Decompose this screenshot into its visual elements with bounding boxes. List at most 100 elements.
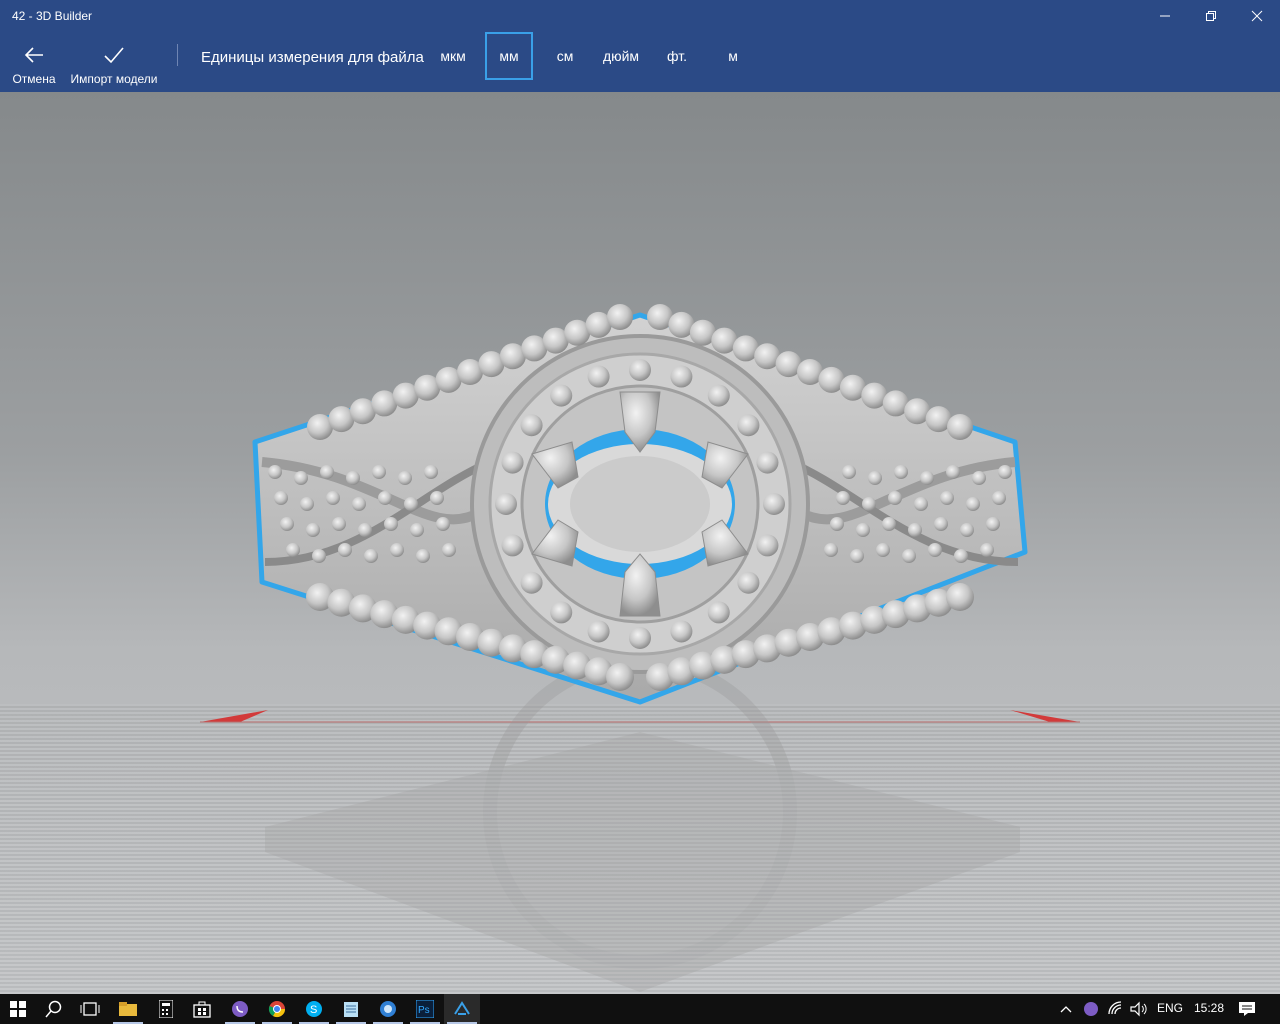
ring-bead bbox=[966, 497, 980, 511]
start-button[interactable] bbox=[0, 994, 36, 1024]
show-hidden-icons-button[interactable] bbox=[1055, 994, 1077, 1024]
ring-bead bbox=[364, 549, 378, 563]
ring-bead bbox=[940, 491, 954, 505]
wifi-icon bbox=[1108, 1001, 1122, 1015]
unit-inch-button[interactable]: дюйм bbox=[595, 32, 647, 80]
calculator-icon bbox=[159, 1000, 173, 1018]
unit-mkm-button[interactable]: мкм bbox=[431, 32, 475, 80]
ring-bead bbox=[972, 471, 986, 485]
input-language[interactable]: ENG bbox=[1157, 1001, 1183, 1015]
taskbar: S Ps ENG 15:28 bbox=[0, 994, 1280, 1024]
ring-reflection bbox=[265, 655, 1020, 992]
ring-model-scene bbox=[200, 304, 1080, 992]
taskbar-browser[interactable] bbox=[370, 994, 406, 1024]
unit-cm-button[interactable]: см bbox=[545, 32, 585, 80]
ring-bead bbox=[346, 471, 360, 485]
ring-bead bbox=[756, 534, 779, 557]
ring-bead bbox=[946, 583, 974, 611]
ring-bead bbox=[946, 465, 960, 479]
close-icon bbox=[1251, 10, 1263, 22]
photoshop-icon: Ps bbox=[416, 1000, 434, 1018]
ring-bead bbox=[280, 517, 294, 531]
ring-bead bbox=[914, 497, 928, 511]
taskbar-skype[interactable]: S bbox=[296, 994, 332, 1024]
command-bar: Отмена Импорт модели Единицы измерения д… bbox=[0, 32, 1280, 92]
close-button[interactable] bbox=[1234, 0, 1280, 32]
ring-bead bbox=[707, 601, 730, 624]
units-label: Единицы измерения для файла bbox=[201, 49, 424, 66]
import-model-button[interactable]: Импорт модели bbox=[66, 32, 162, 92]
ring-bead bbox=[424, 465, 438, 479]
ring-bead bbox=[882, 517, 896, 531]
ring-model[interactable] bbox=[252, 304, 1028, 705]
ring-bead bbox=[824, 543, 838, 557]
ring-bead bbox=[430, 491, 444, 505]
chevron-up-icon bbox=[1060, 1006, 1072, 1013]
minimize-button[interactable] bbox=[1142, 0, 1188, 32]
3d-builder-icon bbox=[454, 1001, 470, 1015]
ring-bead bbox=[300, 497, 314, 511]
cancel-button[interactable]: Отмена bbox=[6, 32, 62, 92]
ring-bead bbox=[501, 534, 524, 557]
store-icon bbox=[193, 1001, 211, 1018]
checkmark-icon bbox=[104, 47, 124, 64]
taskbar-viber[interactable] bbox=[222, 994, 258, 1024]
ring-bead bbox=[378, 491, 392, 505]
search-icon bbox=[45, 1000, 62, 1018]
unit-mm-button[interactable]: мм bbox=[485, 32, 533, 80]
ring-bead bbox=[947, 414, 973, 440]
3d-viewport[interactable] bbox=[0, 92, 1280, 994]
ring-bead bbox=[954, 549, 968, 563]
tray-viber[interactable] bbox=[1080, 994, 1102, 1024]
ring-bead bbox=[358, 523, 372, 537]
unit-m-button[interactable]: м bbox=[715, 32, 751, 80]
ring-bead bbox=[763, 493, 785, 515]
ring-bead bbox=[312, 549, 326, 563]
title-bar: 42 - 3D Builder bbox=[0, 0, 1280, 32]
ring-bead bbox=[607, 304, 633, 330]
taskbar-file-explorer[interactable] bbox=[110, 994, 146, 1024]
ring-bead bbox=[501, 451, 524, 474]
action-center-button[interactable] bbox=[1232, 994, 1262, 1024]
ring-bead bbox=[894, 465, 908, 479]
ring-bead bbox=[274, 491, 288, 505]
skype-icon: S bbox=[306, 1001, 322, 1017]
ring-bead bbox=[992, 491, 1006, 505]
ring-bead bbox=[902, 549, 916, 563]
restore-button[interactable] bbox=[1188, 0, 1234, 32]
ring-bead bbox=[332, 517, 346, 531]
volume-button[interactable] bbox=[1128, 994, 1150, 1024]
back-arrow-icon bbox=[24, 47, 43, 63]
ring-bead bbox=[268, 465, 282, 479]
ring-bead bbox=[670, 620, 693, 643]
ring-bead bbox=[756, 451, 779, 474]
taskbar-calculator[interactable] bbox=[148, 994, 184, 1024]
speaker-icon bbox=[1130, 1001, 1147, 1017]
ring-bead bbox=[416, 549, 430, 563]
file-explorer-icon bbox=[119, 1002, 137, 1016]
svg-text:S: S bbox=[310, 1004, 317, 1016]
ring-bead bbox=[338, 543, 352, 557]
ring-bead bbox=[404, 497, 418, 511]
search-button[interactable] bbox=[36, 994, 72, 1024]
task-view-button[interactable] bbox=[72, 994, 108, 1024]
taskbar-3d-builder[interactable] bbox=[444, 994, 480, 1024]
network-button[interactable] bbox=[1105, 994, 1127, 1024]
ring-bead bbox=[986, 517, 1000, 531]
ring-bead bbox=[587, 620, 610, 643]
ring-bead bbox=[286, 543, 300, 557]
ring-bead bbox=[707, 384, 730, 407]
ring-bead bbox=[888, 491, 902, 505]
taskbar-store[interactable] bbox=[184, 994, 220, 1024]
unit-ft-button[interactable]: фт. bbox=[657, 32, 697, 80]
ring-bead bbox=[520, 571, 543, 594]
ring-bead bbox=[876, 543, 890, 557]
svg-text:Ps: Ps bbox=[418, 1005, 430, 1016]
taskbar-photoshop[interactable]: Ps bbox=[407, 994, 443, 1024]
taskbar-notepad[interactable] bbox=[333, 994, 369, 1024]
ring-bead bbox=[294, 471, 308, 485]
clock[interactable]: 15:28 bbox=[1194, 1001, 1224, 1015]
taskbar-chrome[interactable] bbox=[259, 994, 295, 1024]
ring-bead bbox=[908, 523, 922, 537]
task-view-icon bbox=[80, 1002, 100, 1016]
